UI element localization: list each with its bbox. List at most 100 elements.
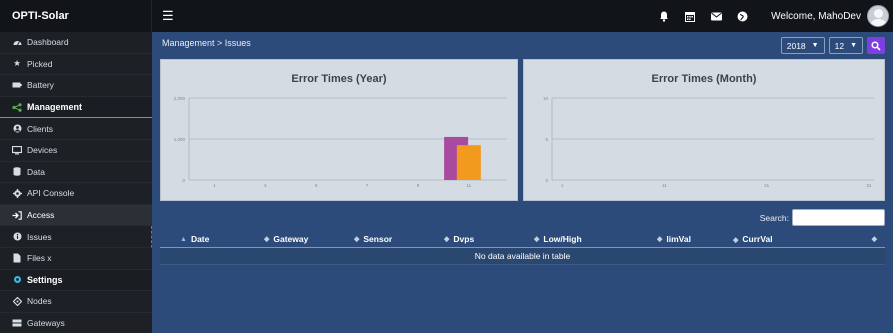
column-header-dvps[interactable]: ◆ Dvps — [424, 234, 514, 244]
envelope-icon[interactable] — [703, 12, 729, 21]
sidebar-item-label: Dashboard — [27, 37, 69, 48]
column-header-sensor[interactable]: ◆ Sensor — [334, 234, 424, 244]
sidebar-item-label: Clients — [27, 123, 53, 134]
server-icon — [12, 319, 22, 327]
search-button[interactable] — [867, 37, 885, 54]
clients-icon — [12, 124, 22, 133]
y-tick-label: 2,000 — [174, 96, 186, 101]
column-header-currval[interactable]: ◆ CurrVal ◆ — [713, 234, 885, 244]
sidebar-item-label: Data — [27, 166, 45, 177]
search-icon — [871, 40, 881, 51]
calendar-icon[interactable] — [677, 11, 703, 22]
brand-logo[interactable]: OPTI-Solar — [0, 0, 152, 32]
globe-icon[interactable] — [729, 11, 755, 22]
column-label: Gateway — [273, 234, 309, 244]
sidebar-item-dashboard[interactable]: Dashboard — [0, 32, 152, 54]
x-tick-label: 9 — [417, 183, 420, 188]
filter-bar: 2018 ▼ 12 ▼ — [780, 37, 885, 54]
sidebar-item-battery[interactable]: Battery — [0, 75, 152, 97]
year-select-value: 2018 — [786, 40, 806, 51]
column-header-gateway[interactable]: ◆ Gateway — [244, 234, 334, 244]
sidebar-item-picked[interactable]: ★ Picked — [0, 54, 152, 76]
sidebar-item-label: Nodes — [27, 296, 52, 307]
sidebar-item-api-console[interactable]: API Console — [0, 183, 152, 205]
user-avatar[interactable] — [867, 5, 889, 27]
sign-in-icon — [12, 210, 22, 220]
database-icon — [12, 167, 22, 177]
x-tick-label: 5 — [315, 183, 318, 188]
sidebar-item-access[interactable]: Access — [0, 204, 152, 227]
sort-icon: ▲ — [180, 235, 187, 243]
sidebar-section-management[interactable]: Management — [0, 96, 152, 119]
y-tick-label: 10 — [543, 96, 549, 101]
sidebar-item-issues[interactable]: Issues — [0, 226, 152, 248]
y-tick-label: 0 — [182, 178, 185, 183]
sidebar-item-files[interactable]: Files x — [0, 248, 152, 270]
column-header-date[interactable]: ▲ Date — [160, 234, 244, 244]
bar — [456, 145, 481, 180]
sort-icon: ◆ — [444, 236, 450, 243]
x-tick-label: 3 — [264, 183, 267, 188]
sort-icon: ◆ — [871, 236, 877, 243]
sidebar-item-nodes[interactable]: Nodes — [0, 291, 152, 313]
breadcrumb: Management > Issues — [162, 38, 251, 48]
chart-panel-month: Error Times (Month) 0 5 10 1 11 21 31 — [523, 59, 885, 201]
month-select[interactable]: 12 ▼ — [828, 37, 863, 54]
x-tick-label: 11 — [467, 183, 472, 188]
issues-table: ▲ Date ◆ Gateway ◆ Sensor ◆ Dvps ◆ Low/H… — [160, 231, 885, 265]
sidebar-item-label: Gateways — [27, 318, 65, 329]
gear-icon — [12, 188, 22, 198]
y-tick-label: 1,000 — [174, 137, 186, 142]
column-label: Low/High — [543, 234, 582, 244]
sidebar-item-data[interactable]: Data — [0, 162, 152, 184]
x-tick-label: 1 — [213, 183, 216, 188]
empty-table-message: No data available in table — [160, 248, 885, 265]
sidebar-item-clients[interactable]: Clients — [0, 118, 152, 140]
cog-icon — [12, 275, 22, 284]
year-select[interactable]: 2018 ▼ — [780, 37, 825, 54]
sidebar-item-label: API Console — [27, 188, 75, 199]
sidebar-item-label: Devices — [27, 145, 58, 156]
x-tick-label: 31 — [866, 183, 872, 188]
table-search: Search: — [760, 209, 885, 226]
sort-icon: ◆ — [354, 236, 360, 243]
sort-icon: ◆ — [534, 236, 540, 243]
sort-icon: ◆ — [264, 236, 270, 243]
sidebar-item-label: Files x — [27, 253, 52, 264]
sidebar-item-gateways[interactable]: Gateways — [0, 313, 152, 333]
dashboard-icon — [12, 38, 22, 47]
column-label: Dvps — [453, 234, 475, 244]
hamburger-menu-icon[interactable]: ☰ — [162, 8, 174, 24]
y-tick-label: 5 — [545, 137, 548, 142]
monitor-icon — [12, 145, 22, 155]
welcome-text[interactable]: Welcome, MahoDev — [771, 11, 861, 22]
column-label: limVal — [666, 234, 691, 244]
search-input[interactable] — [792, 209, 885, 226]
share-icon — [12, 102, 22, 112]
sidebar-item-label: Issues — [27, 231, 52, 242]
sort-icon: ◆ — [733, 237, 739, 244]
x-tick-label: 7 — [366, 183, 369, 188]
table-header: ▲ Date ◆ Gateway ◆ Sensor ◆ Dvps ◆ Low/H… — [160, 231, 885, 248]
column-header-low-high[interactable]: ◆ Low/High — [514, 234, 637, 244]
sidebar-section-label: Management — [27, 102, 83, 113]
chevron-down-icon: ▼ — [850, 42, 857, 49]
top-navbar: OPTI-Solar ☰ Welcome, MahoDev — [0, 0, 893, 32]
column-label: Date — [190, 234, 210, 244]
star-icon: ★ — [13, 58, 21, 69]
search-label: Search: — [759, 212, 789, 223]
column-label: Sensor — [363, 234, 393, 244]
bell-icon[interactable] — [651, 11, 677, 22]
chevron-down-icon: ▼ — [811, 42, 819, 49]
sidebar-item-devices[interactable]: Devices — [0, 140, 152, 162]
month-select-value: 12 — [834, 40, 845, 51]
x-tick-label: 1 — [561, 183, 564, 188]
x-tick-label: 21 — [764, 183, 770, 188]
main-content: Management > Issues 2018 ▼ 12 ▼ Error Ti… — [152, 32, 893, 333]
nodes-icon — [12, 296, 22, 306]
column-label: CurrVal — [742, 234, 773, 244]
x-tick-label: 11 — [662, 183, 667, 188]
column-header-limval[interactable]: ◆ limVal — [637, 234, 713, 244]
battery-icon — [12, 82, 22, 88]
sidebar-section-settings[interactable]: Settings — [0, 269, 152, 292]
